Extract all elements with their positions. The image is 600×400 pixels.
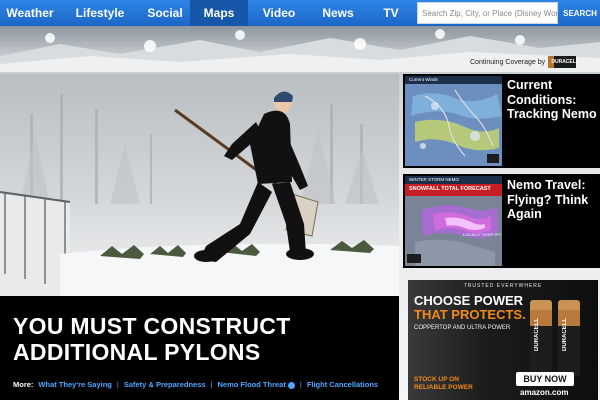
card-title-current-conditions[interactable]: Current Conditions: Tracking Nemo — [507, 78, 599, 122]
sponsor-line: Continuing Coverage by DURACELL — [470, 56, 579, 68]
link-what-theyre-saying[interactable]: What They're Saying — [38, 380, 111, 389]
ad-headline-2: THAT PROTECTS. — [414, 307, 526, 322]
link-separator: | — [210, 380, 213, 389]
hero-image[interactable] — [0, 74, 399, 296]
more-links: More: What They're Saying | Safety & Pre… — [13, 380, 378, 389]
link-nemo-flood-threat[interactable]: Nemo Flood Threat — [218, 380, 295, 389]
card-nemo-travel[interactable]: WINTER STORM NEMO SNOWFALL TOTAL FORECAS… — [403, 174, 600, 268]
card-title-nemo-travel[interactable]: Nemo Travel: Flying? Think Again — [507, 178, 599, 222]
battery-image: DURACELL — [530, 300, 552, 376]
thumb-locally-over-2ft: LOCALLY OVER 2FT — [463, 232, 502, 237]
amazon-logo: amazon.com — [520, 388, 569, 397]
wind-map-image — [405, 76, 502, 166]
play-icon — [287, 381, 295, 389]
battery-image: DURACELL — [558, 300, 580, 376]
hero-photo — [0, 74, 399, 296]
nav-weather[interactable]: Weather — [0, 0, 60, 26]
search-input[interactable]: Search Zip, City, or Place (Disney World… — [417, 2, 558, 24]
snowfall-map-thumbnail: WINTER STORM NEMO SNOWFALL TOTAL FORECAS… — [405, 176, 502, 266]
thumb-current-winds: Current Winds — [409, 77, 438, 82]
wind-map-thumbnail: Current Winds — [405, 76, 502, 166]
nav-news[interactable]: News — [310, 0, 366, 26]
nav-tv[interactable]: TV — [366, 0, 416, 26]
ad-tagline: TRUSTED EVERYWHERE — [463, 283, 543, 289]
link-flight-cancellations[interactable]: Flight Cancellations — [307, 380, 378, 389]
duracell-logo[interactable]: DURACELL — [548, 56, 579, 68]
more-label: More: — [13, 380, 34, 389]
card-current-conditions[interactable]: Current Winds Current Conditions: Tracki… — [403, 74, 600, 168]
thumb-snowfall-total-forecast: SNOWFALL TOTAL FORECAST — [409, 186, 491, 192]
ad-subline: COPPERTOP AND ULTRA POWER — [414, 325, 511, 331]
link-nemo-flood-threat-label: Nemo Flood Threat — [217, 380, 286, 389]
ad-headline-1: CHOOSE POWER — [414, 293, 524, 308]
ad-stock-line-2: RELIABLE POWER — [414, 384, 473, 391]
link-separator: | — [299, 380, 302, 389]
nav-maps[interactable]: Maps — [190, 0, 248, 26]
nav-lifestyle[interactable]: Lifestyle — [60, 0, 140, 26]
battery-brand: DURACELL — [534, 318, 540, 351]
buy-now-button[interactable]: BUY NOW — [516, 372, 574, 386]
nav-video[interactable]: Video — [248, 0, 310, 26]
duracell-ad[interactable]: TRUSTED EVERYWHERE CHOOSE POWER THAT PRO… — [408, 280, 598, 400]
headline[interactable]: YOU MUST CONSTRUCT ADDITIONAL PYLONS — [13, 313, 393, 365]
sponsor-text: Continuing Coverage by — [470, 58, 546, 66]
nav-social[interactable]: Social — [140, 0, 190, 26]
buy-now-label: BUY NOW — [523, 374, 567, 384]
thumb-winter-storm-nemo: WINTER STORM NEMO — [409, 177, 459, 182]
link-safety-preparedness[interactable]: Safety & Preparedness — [124, 380, 206, 389]
ad-stock-line-1: STOCK UP ON — [414, 376, 459, 383]
ad-stock-up: STOCK UP ON RELIABLE POWER — [414, 376, 473, 392]
search-button[interactable]: SEARCH — [560, 2, 600, 24]
headline-panel: YOU MUST CONSTRUCT ADDITIONAL PYLONS Mor… — [0, 296, 399, 400]
link-separator: | — [116, 380, 119, 389]
battery-brand: DURACELL — [562, 318, 568, 351]
